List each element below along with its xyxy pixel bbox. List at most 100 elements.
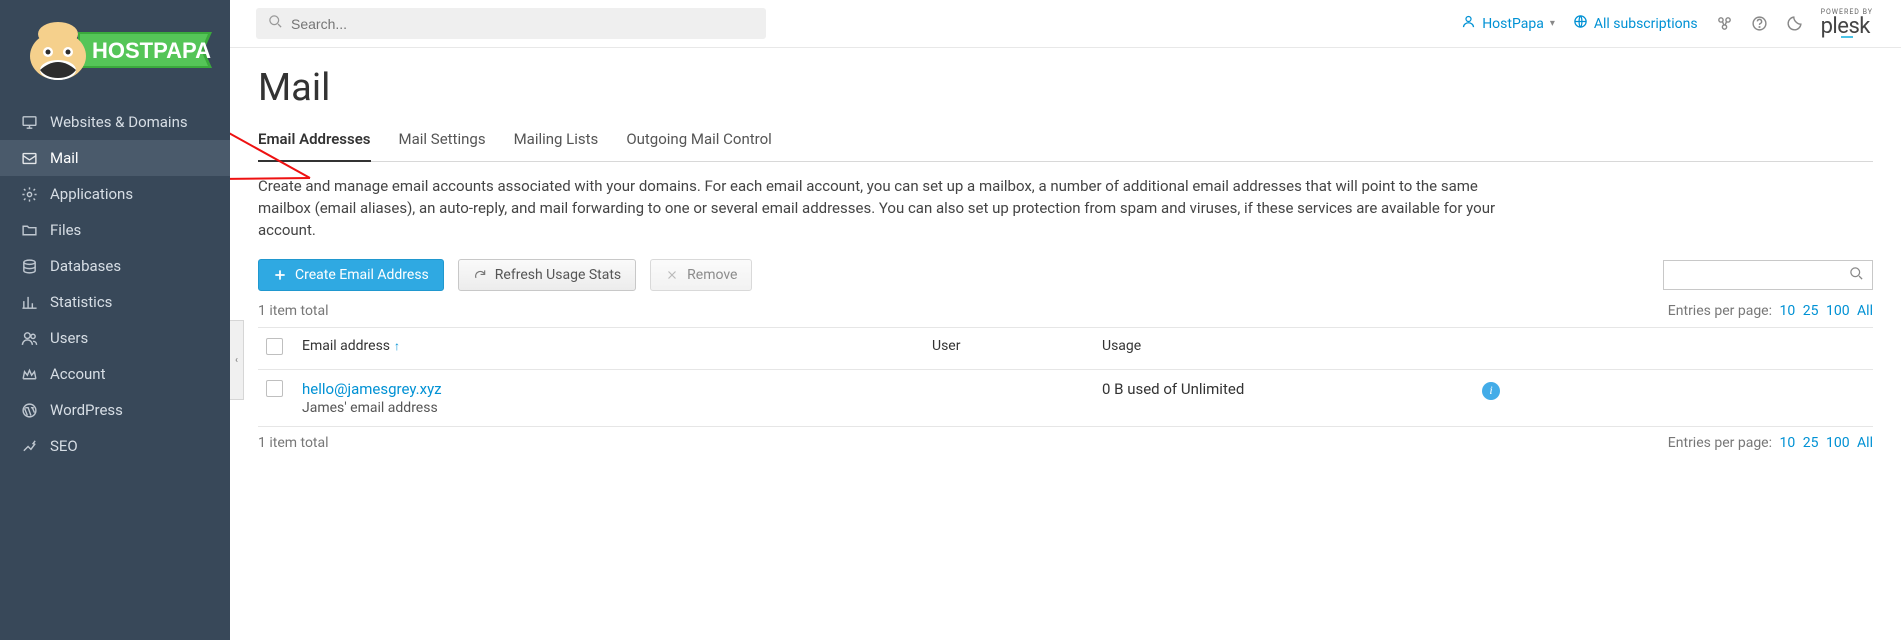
main: HostPapa ▾ All subscriptions POWERED BY … [230, 0, 1901, 640]
database-icon [20, 257, 38, 275]
wordpress-icon [20, 401, 38, 419]
toolbar: Create Email Address Refresh Usage Stats… [258, 259, 1873, 291]
paging-bottom: 1 item total Entries per page: 10 25 100… [258, 435, 1873, 451]
info-icon[interactable]: i [1482, 382, 1500, 400]
total-label: 1 item total [258, 303, 329, 319]
sidebar-item-label: WordPress [50, 401, 123, 419]
search-icon [268, 14, 283, 33]
globe-icon [1573, 14, 1588, 33]
sidebar-item-applications[interactable]: Applications [0, 176, 230, 212]
email-sub: James' email address [302, 400, 932, 416]
user-name: HostPapa [1482, 16, 1544, 32]
per-page-25[interactable]: 25 [1803, 435, 1819, 451]
sidebar-item-label: Databases [50, 257, 121, 275]
sidebar-item-users[interactable]: Users [0, 320, 230, 356]
refresh-icon [473, 268, 487, 282]
content: Mail Email Addresses Mail Settings Maili… [230, 48, 1901, 477]
tabs: Email Addresses Mail Settings Mailing Li… [258, 120, 1873, 162]
cell-email: hello@jamesgrey.xyz James' email address [302, 380, 932, 416]
button-label: Create Email Address [295, 267, 429, 283]
theme-icon[interactable] [1786, 15, 1803, 32]
sidebar-item-label: SEO [50, 437, 78, 455]
sidebar-item-mail[interactable]: Mail [0, 140, 230, 176]
seo-icon [20, 437, 38, 455]
sidebar-item-databases[interactable]: Databases [0, 248, 230, 284]
svg-text:HOSTPAPA: HOSTPAPA [92, 38, 211, 63]
gear-icon [20, 185, 38, 203]
tab-outgoing-mail-control[interactable]: Outgoing Mail Control [626, 120, 771, 162]
per-page: Entries per page: 10 25 100 All [1668, 435, 1873, 451]
email-table: Email address ↑ User Usage hello@jamesgr… [258, 327, 1873, 427]
tab-email-addresses[interactable]: Email Addresses [258, 120, 371, 162]
sidebar-item-label: Statistics [50, 293, 112, 311]
sidebar-item-seo[interactable]: SEO [0, 428, 230, 464]
sidebar-item-files[interactable]: Files [0, 212, 230, 248]
tab-mail-settings[interactable]: Mail Settings [399, 120, 486, 162]
select-all-checkbox[interactable] [266, 338, 283, 355]
subscriptions-label: All subscriptions [1594, 16, 1698, 32]
table-header: Email address ↑ User Usage [258, 328, 1873, 370]
button-label: Refresh Usage Stats [495, 267, 621, 283]
sidebar-item-statistics[interactable]: Statistics [0, 284, 230, 320]
sidebar-item-websites-domains[interactable]: Websites & Domains [0, 104, 230, 140]
sidebar-item-wordpress[interactable]: WordPress [0, 392, 230, 428]
per-page-100[interactable]: 100 [1826, 435, 1850, 451]
table-row: hello@jamesgrey.xyz James' email address… [258, 370, 1873, 426]
remove-button[interactable]: Remove [650, 259, 752, 291]
page-description: Create and manage email accounts associa… [258, 176, 1518, 241]
plesk-logo[interactable]: POWERED BY plesk [1821, 9, 1875, 38]
col-email[interactable]: Email address ↑ [302, 338, 932, 354]
user-menu[interactable]: HostPapa ▾ [1461, 14, 1555, 33]
per-page-10[interactable]: 10 [1779, 303, 1795, 319]
plus-icon [273, 268, 287, 282]
page-title: Mail [258, 66, 1873, 110]
search-icon [1849, 266, 1864, 285]
email-link[interactable]: hello@jamesgrey.xyz [302, 380, 442, 398]
search-input[interactable] [291, 16, 754, 32]
refresh-usage-button[interactable]: Refresh Usage Stats [458, 259, 636, 291]
plesk-brand: plesk [1821, 16, 1870, 38]
sidebar-item-label: Websites & Domains [50, 113, 188, 131]
per-page-label: Entries per page: [1668, 303, 1772, 319]
cell-usage: 0 B used of Unlimited [1102, 380, 1482, 398]
create-email-button[interactable]: Create Email Address [258, 259, 444, 291]
tab-mailing-lists[interactable]: Mailing Lists [514, 120, 599, 162]
sidebar-item-label: Account [50, 365, 106, 383]
sidebar-collapse-handle[interactable]: ‹ [230, 320, 244, 400]
per-page-all[interactable]: All [1857, 435, 1873, 451]
total-label: 1 item total [258, 435, 329, 451]
per-page-all[interactable]: All [1857, 303, 1873, 319]
crown-icon [20, 365, 38, 383]
logo[interactable]: HOSTPAPA [0, 0, 230, 104]
person-icon [1461, 14, 1476, 33]
sidebar-item-label: Applications [50, 185, 133, 203]
col-usage[interactable]: Usage [1102, 338, 1482, 354]
sidebar: HOSTPAPA Websites & Domains Mail Applica… [0, 0, 230, 640]
users-icon [20, 329, 38, 347]
sidebar-item-label: Users [50, 329, 88, 347]
per-page: Entries per page: 10 25 100 All [1668, 303, 1873, 319]
top-right: HostPapa ▾ All subscriptions POWERED BY … [1461, 9, 1875, 38]
search-box[interactable] [256, 8, 766, 39]
subscriptions-menu[interactable]: All subscriptions [1573, 14, 1698, 33]
per-page-label: Entries per page: [1668, 435, 1772, 451]
sidebar-item-label: Mail [50, 149, 79, 167]
extensions-icon[interactable] [1716, 15, 1733, 32]
sidebar-item-account[interactable]: Account [0, 356, 230, 392]
per-page-10[interactable]: 10 [1779, 435, 1795, 451]
stats-icon [20, 293, 38, 311]
per-page-100[interactable]: 100 [1826, 303, 1850, 319]
top-bar: HostPapa ▾ All subscriptions POWERED BY … [230, 0, 1901, 48]
filter-input[interactable] [1672, 268, 1849, 283]
per-page-25[interactable]: 25 [1803, 303, 1819, 319]
help-icon[interactable] [1751, 15, 1768, 32]
col-user[interactable]: User [932, 338, 1102, 354]
sidebar-item-label: Files [50, 221, 81, 239]
row-checkbox[interactable] [266, 380, 283, 397]
plesk-underline [1841, 36, 1853, 38]
monitor-icon [20, 113, 38, 131]
chevron-down-icon: ▾ [1550, 18, 1555, 29]
filter-box[interactable] [1663, 260, 1873, 290]
button-label: Remove [687, 267, 737, 283]
remove-icon [665, 268, 679, 282]
